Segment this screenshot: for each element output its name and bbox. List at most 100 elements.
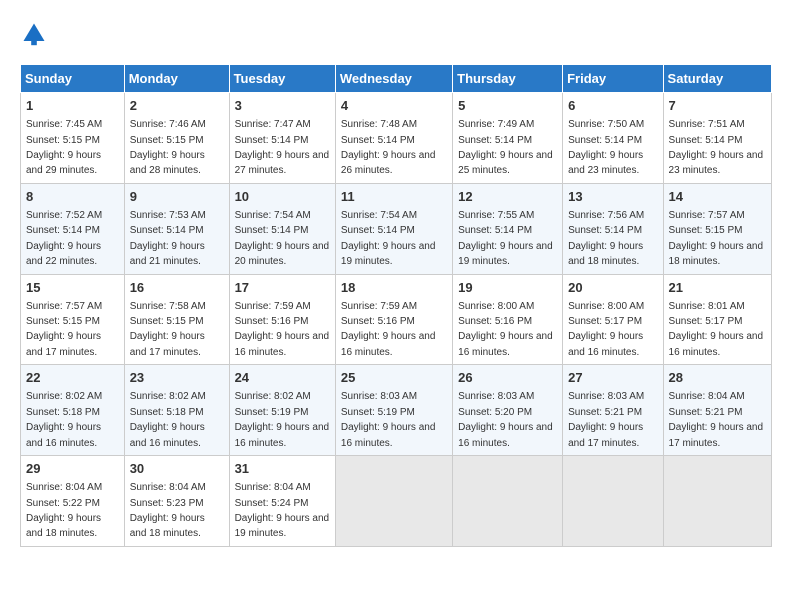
day-number: 19 — [458, 279, 557, 297]
day-info: Sunrise: 7:54 AMSunset: 5:14 PMDaylight:… — [235, 210, 330, 267]
calendar-table: SundayMondayTuesdayWednesdayThursdayFrid… — [20, 64, 772, 547]
day-info: Sunrise: 7:49 AMSunset: 5:14 PMDaylight:… — [458, 119, 553, 176]
day-info: Sunrise: 8:03 AMSunset: 5:21 PMDaylight:… — [568, 391, 644, 448]
column-header-friday: Friday — [563, 65, 663, 93]
calendar-cell: 4 Sunrise: 7:48 AMSunset: 5:14 PMDayligh… — [335, 93, 452, 184]
calendar-cell: 24 Sunrise: 8:02 AMSunset: 5:19 PMDaylig… — [229, 365, 335, 456]
calendar-cell: 1 Sunrise: 7:45 AMSunset: 5:15 PMDayligh… — [21, 93, 125, 184]
day-info: Sunrise: 7:57 AMSunset: 5:15 PMDaylight:… — [669, 210, 764, 267]
calendar-cell — [335, 456, 452, 547]
calendar-cell: 10 Sunrise: 7:54 AMSunset: 5:14 PMDaylig… — [229, 183, 335, 274]
calendar-cell: 19 Sunrise: 8:00 AMSunset: 5:16 PMDaylig… — [453, 274, 563, 365]
day-number: 18 — [341, 279, 447, 297]
week-row-4: 22 Sunrise: 8:02 AMSunset: 5:18 PMDaylig… — [21, 365, 772, 456]
calendar-cell — [663, 456, 771, 547]
day-number: 25 — [341, 369, 447, 387]
calendar-cell: 31 Sunrise: 8:04 AMSunset: 5:24 PMDaylig… — [229, 456, 335, 547]
day-number: 10 — [235, 188, 330, 206]
column-header-saturday: Saturday — [663, 65, 771, 93]
day-number: 14 — [669, 188, 766, 206]
day-info: Sunrise: 8:02 AMSunset: 5:18 PMDaylight:… — [130, 391, 206, 448]
calendar-cell: 22 Sunrise: 8:02 AMSunset: 5:18 PMDaylig… — [21, 365, 125, 456]
calendar-cell — [453, 456, 563, 547]
calendar-cell: 28 Sunrise: 8:04 AMSunset: 5:21 PMDaylig… — [663, 365, 771, 456]
day-info: Sunrise: 7:59 AMSunset: 5:16 PMDaylight:… — [235, 301, 330, 358]
day-info: Sunrise: 7:45 AMSunset: 5:15 PMDaylight:… — [26, 119, 102, 176]
day-info: Sunrise: 8:02 AMSunset: 5:18 PMDaylight:… — [26, 391, 102, 448]
day-info: Sunrise: 7:52 AMSunset: 5:14 PMDaylight:… — [26, 210, 102, 267]
day-info: Sunrise: 8:03 AMSunset: 5:19 PMDaylight:… — [341, 391, 436, 448]
calendar-cell: 12 Sunrise: 7:55 AMSunset: 5:14 PMDaylig… — [453, 183, 563, 274]
day-info: Sunrise: 8:04 AMSunset: 5:21 PMDaylight:… — [669, 391, 764, 448]
day-number: 28 — [669, 369, 766, 387]
calendar-cell: 21 Sunrise: 8:01 AMSunset: 5:17 PMDaylig… — [663, 274, 771, 365]
column-header-monday: Monday — [124, 65, 229, 93]
day-number: 21 — [669, 279, 766, 297]
day-info: Sunrise: 7:51 AMSunset: 5:14 PMDaylight:… — [669, 119, 764, 176]
calendar-cell: 9 Sunrise: 7:53 AMSunset: 5:14 PMDayligh… — [124, 183, 229, 274]
logo — [20, 20, 52, 48]
day-number: 12 — [458, 188, 557, 206]
day-number: 24 — [235, 369, 330, 387]
day-info: Sunrise: 8:04 AMSunset: 5:24 PMDaylight:… — [235, 482, 330, 539]
day-number: 27 — [568, 369, 657, 387]
day-number: 7 — [669, 97, 766, 115]
day-number: 29 — [26, 460, 119, 478]
day-number: 2 — [130, 97, 224, 115]
day-info: Sunrise: 8:02 AMSunset: 5:19 PMDaylight:… — [235, 391, 330, 448]
day-info: Sunrise: 7:54 AMSunset: 5:14 PMDaylight:… — [341, 210, 436, 267]
column-header-thursday: Thursday — [453, 65, 563, 93]
day-info: Sunrise: 7:57 AMSunset: 5:15 PMDaylight:… — [26, 301, 102, 358]
day-info: Sunrise: 7:58 AMSunset: 5:15 PMDaylight:… — [130, 301, 206, 358]
calendar-cell: 8 Sunrise: 7:52 AMSunset: 5:14 PMDayligh… — [21, 183, 125, 274]
calendar-cell: 15 Sunrise: 7:57 AMSunset: 5:15 PMDaylig… — [21, 274, 125, 365]
week-row-3: 15 Sunrise: 7:57 AMSunset: 5:15 PMDaylig… — [21, 274, 772, 365]
calendar-cell: 17 Sunrise: 7:59 AMSunset: 5:16 PMDaylig… — [229, 274, 335, 365]
header — [20, 20, 772, 48]
day-info: Sunrise: 7:50 AMSunset: 5:14 PMDaylight:… — [568, 119, 644, 176]
calendar-cell: 7 Sunrise: 7:51 AMSunset: 5:14 PMDayligh… — [663, 93, 771, 184]
calendar-cell: 23 Sunrise: 8:02 AMSunset: 5:18 PMDaylig… — [124, 365, 229, 456]
week-row-1: 1 Sunrise: 7:45 AMSunset: 5:15 PMDayligh… — [21, 93, 772, 184]
logo-icon — [20, 20, 48, 48]
day-info: Sunrise: 7:47 AMSunset: 5:14 PMDaylight:… — [235, 119, 330, 176]
calendar-cell: 20 Sunrise: 8:00 AMSunset: 5:17 PMDaylig… — [563, 274, 663, 365]
calendar-cell: 26 Sunrise: 8:03 AMSunset: 5:20 PMDaylig… — [453, 365, 563, 456]
day-info: Sunrise: 7:56 AMSunset: 5:14 PMDaylight:… — [568, 210, 644, 267]
calendar-cell: 13 Sunrise: 7:56 AMSunset: 5:14 PMDaylig… — [563, 183, 663, 274]
calendar-cell: 3 Sunrise: 7:47 AMSunset: 5:14 PMDayligh… — [229, 93, 335, 184]
calendar-cell: 29 Sunrise: 8:04 AMSunset: 5:22 PMDaylig… — [21, 456, 125, 547]
calendar-cell — [563, 456, 663, 547]
day-info: Sunrise: 8:03 AMSunset: 5:20 PMDaylight:… — [458, 391, 553, 448]
day-number: 1 — [26, 97, 119, 115]
column-header-wednesday: Wednesday — [335, 65, 452, 93]
day-number: 23 — [130, 369, 224, 387]
day-number: 6 — [568, 97, 657, 115]
day-info: Sunrise: 8:04 AMSunset: 5:22 PMDaylight:… — [26, 482, 102, 539]
day-number: 5 — [458, 97, 557, 115]
day-number: 4 — [341, 97, 447, 115]
day-info: Sunrise: 8:00 AMSunset: 5:17 PMDaylight:… — [568, 301, 644, 358]
page-container: SundayMondayTuesdayWednesdayThursdayFrid… — [20, 20, 772, 547]
calendar-cell: 2 Sunrise: 7:46 AMSunset: 5:15 PMDayligh… — [124, 93, 229, 184]
calendar-cell: 5 Sunrise: 7:49 AMSunset: 5:14 PMDayligh… — [453, 93, 563, 184]
calendar-cell: 14 Sunrise: 7:57 AMSunset: 5:15 PMDaylig… — [663, 183, 771, 274]
calendar-cell: 30 Sunrise: 8:04 AMSunset: 5:23 PMDaylig… — [124, 456, 229, 547]
day-number: 11 — [341, 188, 447, 206]
calendar-cell: 11 Sunrise: 7:54 AMSunset: 5:14 PMDaylig… — [335, 183, 452, 274]
column-header-sunday: Sunday — [21, 65, 125, 93]
day-info: Sunrise: 7:55 AMSunset: 5:14 PMDaylight:… — [458, 210, 553, 267]
day-number: 16 — [130, 279, 224, 297]
day-number: 20 — [568, 279, 657, 297]
day-number: 22 — [26, 369, 119, 387]
day-number: 8 — [26, 188, 119, 206]
day-number: 30 — [130, 460, 224, 478]
day-number: 26 — [458, 369, 557, 387]
day-number: 15 — [26, 279, 119, 297]
day-number: 9 — [130, 188, 224, 206]
day-info: Sunrise: 7:46 AMSunset: 5:15 PMDaylight:… — [130, 119, 206, 176]
day-number: 17 — [235, 279, 330, 297]
day-info: Sunrise: 7:48 AMSunset: 5:14 PMDaylight:… — [341, 119, 436, 176]
day-info: Sunrise: 8:01 AMSunset: 5:17 PMDaylight:… — [669, 301, 764, 358]
day-info: Sunrise: 7:53 AMSunset: 5:14 PMDaylight:… — [130, 210, 206, 267]
